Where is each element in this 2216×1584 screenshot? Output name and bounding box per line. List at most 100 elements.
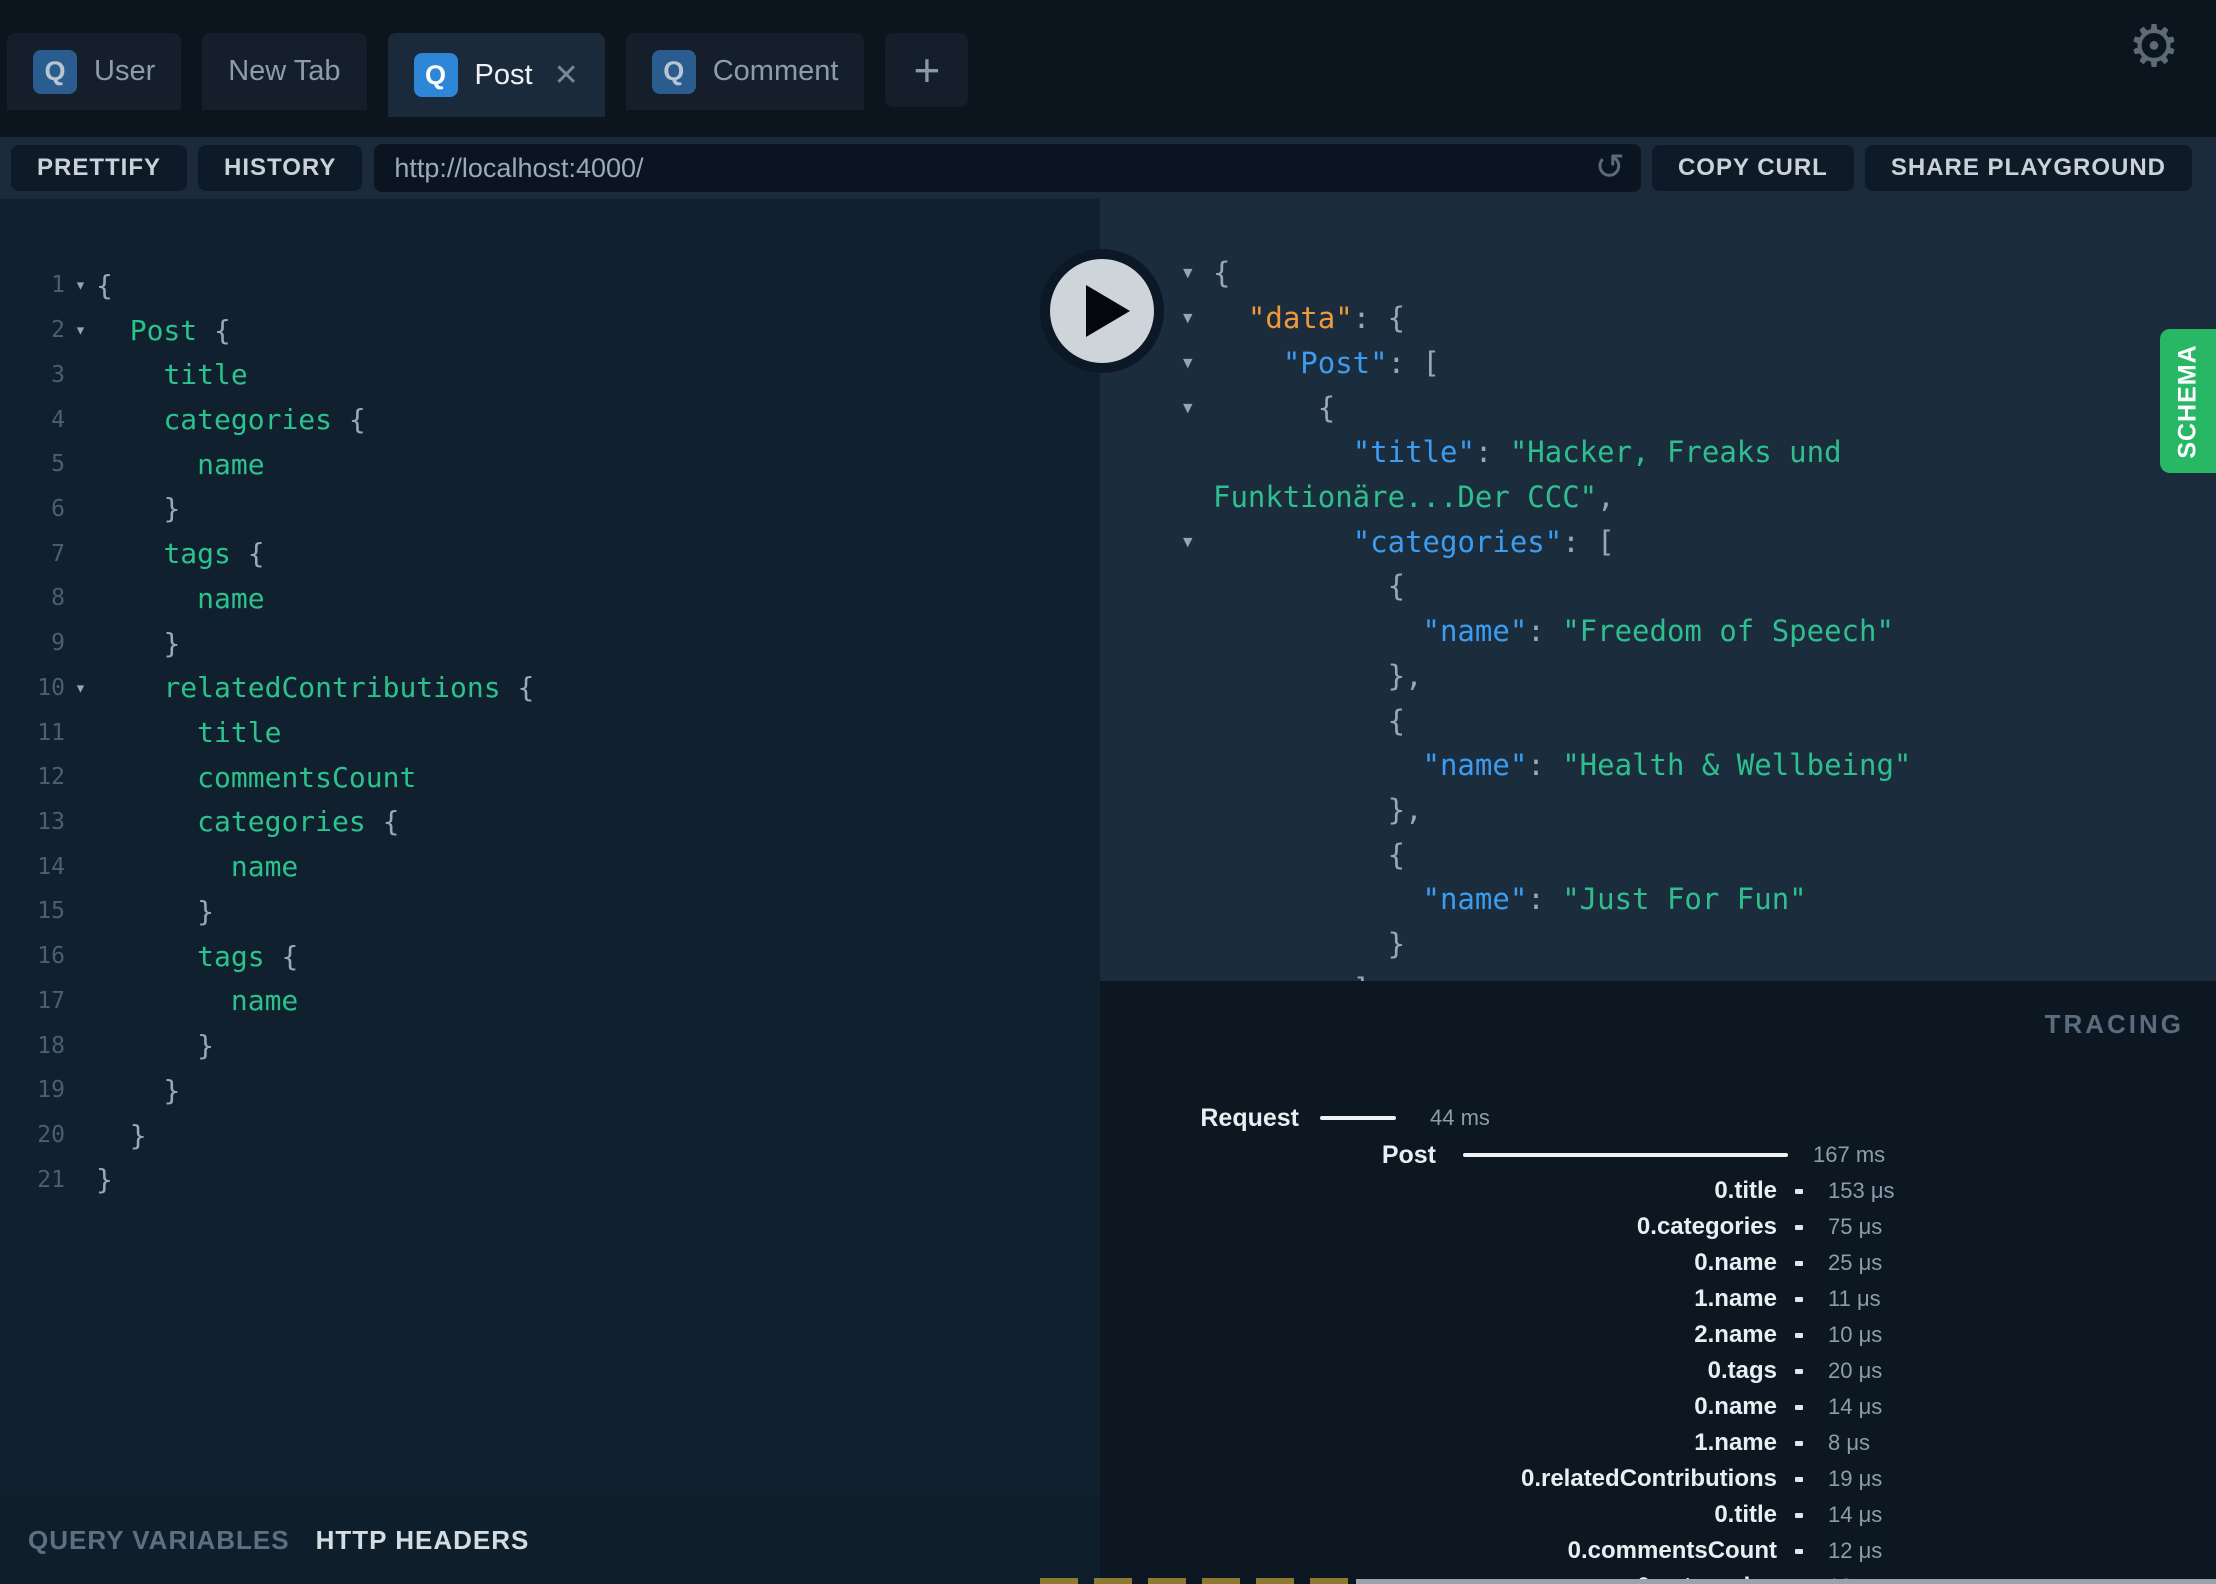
tracing-span-label: Request [1200, 1103, 1299, 1132]
dash-icon [1795, 1296, 1803, 1302]
tracing-duration-bar [1320, 1116, 1396, 1120]
query-line-18[interactable]: 18 } [0, 1023, 1100, 1068]
response-line-11: { [1100, 698, 2216, 743]
line-number: 12 [37, 764, 65, 791]
tracing-field-value: 25 μs [1828, 1250, 1883, 1275]
copy-curl-button[interactable]: COPY CURL [1651, 145, 1854, 191]
code-token: { [1387, 703, 1406, 738]
reload-icon[interactable]: ↺ [1595, 146, 1625, 188]
tab-label: User [94, 55, 156, 87]
tracing-field-label: 0.tags [1707, 1357, 1777, 1384]
fold-arrow-icon[interactable]: ▾ [65, 274, 96, 296]
query-line-16[interactable]: 16 tags { [0, 934, 1100, 979]
query-line-6[interactable]: 6 } [0, 487, 1100, 532]
tracing-field-row-2-name: 2.name 10 μs [1100, 1320, 2216, 1350]
tab-post[interactable]: Q Post ✕ [387, 33, 605, 117]
history-button[interactable]: HISTORY [198, 145, 363, 191]
line-number: 18 [37, 1032, 65, 1059]
query-variables-toggle[interactable]: QUERY VARIABLES [28, 1525, 290, 1556]
code-token: }, [1387, 658, 1423, 693]
close-icon[interactable]: ✕ [554, 58, 579, 93]
fold-arrow-icon[interactable]: ▾ [1183, 351, 1193, 374]
fold-arrow-icon[interactable]: ▾ [1183, 262, 1193, 285]
code-token: { [1317, 390, 1336, 425]
query-line-19[interactable]: 19 } [0, 1068, 1100, 1113]
code-token: } [197, 894, 215, 928]
horizontal-scrollbar[interactable] [1356, 1579, 2216, 1584]
response-line-16: } [1100, 922, 2216, 967]
tracing-field-label: 0.categories [1636, 1213, 1777, 1240]
query-line-3[interactable]: 3 title [0, 352, 1100, 397]
fold-arrow-icon[interactable]: ▾ [65, 319, 96, 341]
tracing-field-row-0-commentscount: 0.commentsCount 12 μs [1100, 1536, 2216, 1566]
code-token: "Hacker, Freaks und [1509, 435, 1842, 470]
query-code: commentsCount [96, 761, 416, 794]
fold-arrow-icon[interactable]: ▾ [1183, 396, 1193, 419]
tracing-field-row-0-tags: 0.tags 20 μs [1100, 1356, 2216, 1386]
schema-tab-button[interactable]: SCHEMA [2160, 329, 2216, 473]
query-line-13[interactable]: 13 categories { [0, 800, 1100, 845]
share-playground-button[interactable]: SHARE PLAYGROUND [1864, 145, 2192, 191]
query-line-7[interactable]: 7 tags { [0, 531, 1100, 576]
query-line-11[interactable]: 11 title [0, 710, 1100, 755]
tracing-field-label: 0.title [1714, 1177, 1777, 1204]
query-line-20[interactable]: 20 } [0, 1113, 1100, 1158]
query-line-21[interactable]: 21} [0, 1157, 1100, 1202]
response-line-6: Funktionäre...Der CCC", [1100, 475, 2216, 520]
query-line-15[interactable]: 15 } [0, 889, 1100, 934]
response-line-10: }, [1100, 653, 2216, 698]
dash-icon [1795, 1476, 1803, 1482]
tracing-panel[interactable]: TRACING Request 44 ms Post 167 ms 0.title 153… [1100, 981, 2216, 1584]
query-line-2[interactable]: 2 ▾ Post { [0, 308, 1100, 353]
endpoint-url-input[interactable] [374, 144, 1641, 192]
line-number: 14 [37, 853, 65, 880]
tracing-field-value: 11 μs [1828, 1286, 1881, 1311]
tracing-field-value: 20 μs [1828, 1358, 1883, 1383]
fold-arrow-icon[interactable]: ▾ [1183, 307, 1193, 330]
query-line-10[interactable]: 10 ▾ relatedContributions { [0, 665, 1100, 710]
query-code: categories { [96, 403, 365, 436]
query-line-14[interactable]: 14 name [0, 844, 1100, 889]
code-token: , [1597, 479, 1615, 514]
query-editor[interactable]: 1 ▾{2 ▾ Post {3 title 4 categories {5 name 6… [0, 199, 1100, 1496]
response-line-4: ▾ { [1100, 385, 2216, 430]
tab-comment[interactable]: Q Comment [625, 33, 865, 110]
tracing-field-value: 8 μs [1828, 1430, 1871, 1455]
line-number: 17 [37, 987, 65, 1014]
fold-arrow-icon[interactable]: ▾ [1183, 530, 1193, 553]
http-headers-toggle[interactable]: HTTP HEADERS [316, 1525, 530, 1556]
prettify-button[interactable]: PRETTIFY [11, 145, 188, 191]
new-tab-button[interactable]: + [885, 33, 969, 107]
execute-play-button[interactable] [1040, 249, 1164, 373]
tracing-span-row-request: Request 44 ms [1100, 1103, 2216, 1133]
code-token: title [163, 358, 248, 392]
query-line-5[interactable]: 5 name [0, 442, 1100, 487]
line-number: 5 [51, 451, 65, 478]
query-line-9[interactable]: 9 } [0, 621, 1100, 666]
code-token: } [197, 1029, 215, 1063]
dash-icon [1795, 1188, 1803, 1194]
query-line-12[interactable]: 12 commentsCount [0, 755, 1100, 800]
response-pane: ▾{▾ "data": {▾ "Post": [▾ { "title": "Ha… [1100, 199, 2216, 981]
query-line-1[interactable]: 1 ▾{ [0, 263, 1100, 308]
tracing-field-label: 0.name [1694, 1393, 1777, 1420]
tab-new-tab[interactable]: New Tab [202, 33, 367, 110]
line-number: 7 [51, 540, 65, 567]
query-line-8[interactable]: 8 name [0, 576, 1100, 621]
tracing-field-row-0-title: 0.title 153 μs [1100, 1176, 2216, 1206]
line-number: 4 [51, 406, 65, 433]
query-line-17[interactable]: 17 name [0, 979, 1100, 1024]
tab-label: New Tab [228, 55, 341, 87]
tab-user[interactable]: Q User [7, 33, 182, 110]
fold-arrow-icon[interactable]: ▾ [65, 677, 96, 699]
tracing-field-row-1-name: 1.name 8 μs [1100, 1428, 2216, 1458]
query-line-4[interactable]: 4 categories { [0, 397, 1100, 442]
query-code: } [96, 1074, 180, 1107]
code-token: "name" [1422, 748, 1528, 783]
code-token: } [96, 1163, 113, 1197]
tracing-field-row-0-relatedcontributions: 0.relatedContributions 19 μs [1100, 1464, 2216, 1494]
query-code: relatedContributions { [96, 671, 534, 704]
code-token: name [230, 850, 299, 884]
settings-gear-icon[interactable]: ⚙ [2128, 18, 2180, 76]
line-number: 9 [51, 630, 65, 657]
